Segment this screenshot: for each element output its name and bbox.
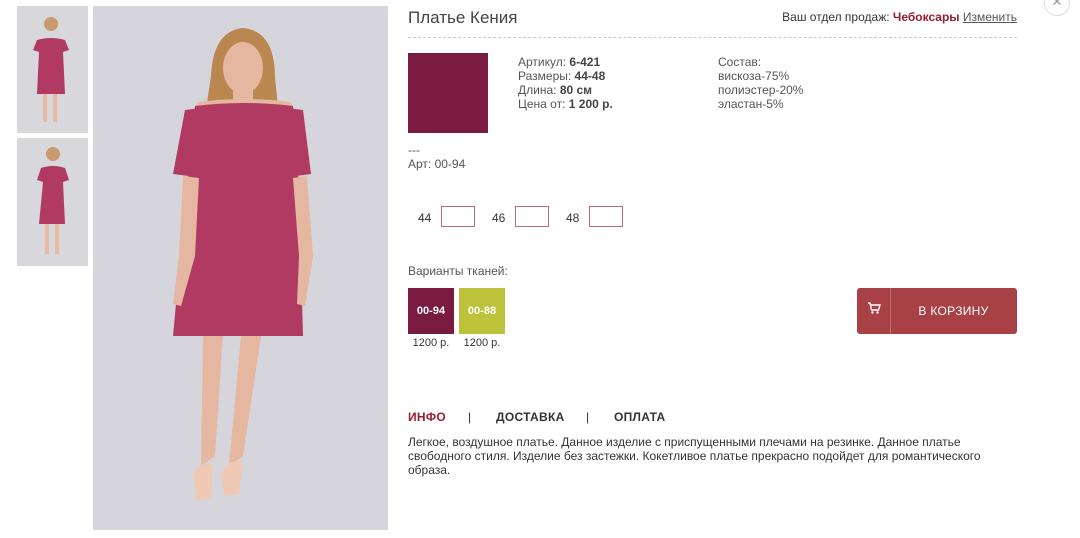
variant-dash: --- bbox=[408, 143, 420, 157]
tab-separator: | bbox=[586, 410, 590, 424]
close-icon[interactable]: ✕ bbox=[1044, 0, 1070, 16]
product-composition: Состав: вискоза-75% полиэстер-20% эласта… bbox=[718, 55, 803, 111]
size-quantity-input-44[interactable] bbox=[441, 206, 475, 227]
add-to-cart-label: В КОРЗИНУ bbox=[918, 304, 989, 318]
tab-payment[interactable]: ОПЛАТА bbox=[614, 410, 666, 424]
cart-icon bbox=[867, 301, 881, 320]
title-divider bbox=[408, 37, 1017, 38]
size-label-44: 44 bbox=[418, 211, 432, 225]
region-label: Ваш отдел продаж: bbox=[782, 10, 890, 24]
fabric-swatch-00-94[interactable]: 00-94 bbox=[408, 288, 454, 334]
spec-sizes: Размеры: 44-48 bbox=[518, 69, 606, 83]
product-main-photo[interactable] bbox=[93, 6, 388, 530]
tab-info[interactable]: ИНФО bbox=[408, 410, 446, 424]
size-label-48: 48 bbox=[566, 211, 580, 225]
fabric-swatch-00-88[interactable]: 00-88 bbox=[459, 288, 505, 334]
spec-article: Артикул: 6-421 bbox=[518, 55, 601, 69]
fabric-price: 1200 р. bbox=[412, 337, 450, 349]
size-quantity-input-48[interactable] bbox=[589, 206, 623, 227]
fabric-price: 1200 р. bbox=[463, 337, 501, 349]
region-change-link[interactable]: Изменить bbox=[963, 10, 1017, 24]
product-specs: Артикул: 6-421 Размеры: 44-48 Длина: 80 … bbox=[518, 55, 613, 111]
sales-region: Ваш отдел продаж: Чебоксары Изменить bbox=[782, 10, 1017, 24]
region-city: Чебоксары bbox=[892, 10, 960, 24]
size-quantity-input-46[interactable] bbox=[515, 206, 549, 227]
composition-item: вискоза-75% bbox=[718, 69, 790, 83]
size-label-46: 46 bbox=[492, 211, 506, 225]
composition-title: Состав: bbox=[718, 55, 762, 69]
tab-separator: | bbox=[468, 410, 472, 424]
tab-delivery[interactable]: ДОСТАВКА bbox=[496, 410, 565, 424]
spec-length: Длина: 80 см bbox=[518, 83, 593, 97]
fabric-variants-label: Варианты тканей: bbox=[408, 264, 508, 278]
spec-price: Цена от: 1 200 р. bbox=[518, 97, 613, 111]
selected-fabric-swatch bbox=[408, 53, 488, 133]
product-title: Платье Кения bbox=[408, 8, 518, 27]
add-to-cart-button[interactable]: В КОРЗИНУ bbox=[857, 288, 1017, 334]
composition-item: полиэстер-20% bbox=[718, 83, 804, 97]
product-description: Легкое, воздушное платье. Данное изделие… bbox=[408, 435, 981, 477]
product-thumbnail-front[interactable] bbox=[17, 6, 88, 133]
variant-article: Арт: 00-94 bbox=[408, 157, 466, 171]
product-thumbnail-back[interactable] bbox=[17, 138, 88, 266]
composition-item: эластан-5% bbox=[718, 97, 784, 111]
